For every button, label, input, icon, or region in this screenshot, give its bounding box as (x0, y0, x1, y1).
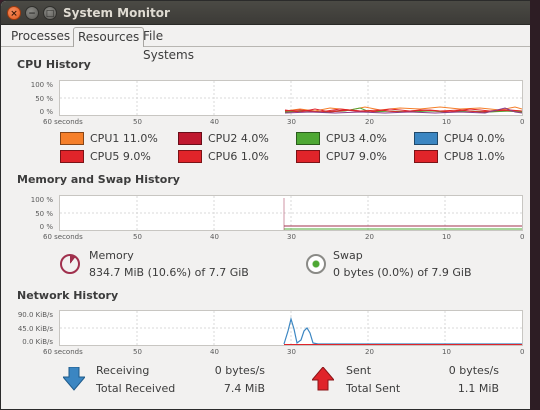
system-monitor-window: × − □ System Monitor Processes Resources… (0, 0, 540, 410)
network-history-graph (59, 310, 523, 346)
memory-value: 834.7 MiB (10.6%) of 7.7 GiB (89, 266, 249, 279)
cpu8-color-swatch[interactable] (414, 150, 438, 163)
cpu-x-label-10: 10 (442, 118, 451, 126)
tab-processes[interactable]: Processes (7, 27, 74, 47)
maximize-icon[interactable]: □ (43, 6, 57, 20)
cpu-history-graph (59, 80, 523, 116)
memory-history-graph (59, 195, 523, 231)
cpu-x-label-40: 40 (210, 118, 219, 126)
cpu3-color-swatch[interactable] (296, 132, 320, 145)
cpu6-value: 1.0% (240, 150, 269, 163)
swap-label: Swap (333, 249, 363, 262)
cpu-x-label-30: 30 (287, 118, 296, 126)
swap-pie-icon[interactable] (306, 254, 326, 274)
cpu-y-label-50: 50 % (35, 95, 53, 103)
memory-swap-history-title: Memory and Swap History (17, 173, 180, 186)
mem-x-label-20: 20 (365, 233, 374, 241)
mem-x-label-30: 30 (287, 233, 296, 241)
mem-x-label-0: 0 (520, 233, 525, 241)
cpu-y-label-0: 0 % (39, 108, 53, 116)
net-y-label-90: 90.0 KiB/s (17, 311, 53, 319)
swap-value: 0 bytes (0.0%) of 7.9 GiB (333, 266, 472, 279)
mem-y-label-0: 0 % (39, 223, 53, 231)
window-title: System Monitor (63, 6, 170, 20)
net-x-label-40: 40 (210, 348, 219, 356)
cpu-x-label-20: 20 (365, 118, 374, 126)
net-x-label-30: 30 (287, 348, 296, 356)
net-x-label-50: 50 (133, 348, 142, 356)
receiving-label: Receiving (96, 364, 150, 377)
total-received-label: Total Received (96, 382, 176, 395)
cpu4-label: CPU4 (444, 132, 474, 145)
mem-x-label-50: 50 (133, 233, 142, 241)
cpu-history-title: CPU History (17, 58, 91, 71)
mem-x-label-40: 40 (210, 233, 219, 241)
minimize-icon[interactable]: − (25, 6, 39, 20)
net-x-label-20: 20 (365, 348, 374, 356)
tab-file-systems[interactable]: File Systems (139, 27, 198, 62)
cpu6-label: CPU6 (208, 150, 238, 163)
mem-x-label-60: 60 seconds (43, 233, 83, 241)
cpu6-color-swatch[interactable] (178, 150, 202, 163)
cpu2-value: 4.0% (240, 132, 269, 145)
total-sent-value: 1.1 MiB (457, 382, 499, 395)
memory-pie-icon[interactable] (60, 254, 80, 274)
desktop-background (530, 0, 540, 410)
network-history-title: Network History (17, 289, 119, 302)
net-y-label-45: 45.0 KiB/s (17, 325, 53, 333)
receiving-arrow-icon[interactable] (61, 366, 87, 391)
cpu-x-label-0: 0 (520, 118, 525, 126)
net-x-label-60: 60 seconds (43, 348, 83, 356)
title-bar[interactable]: × − □ System Monitor (1, 1, 539, 25)
cpu5-value: 9.0% (122, 150, 151, 163)
mem-y-label-100: 100 % (30, 196, 53, 204)
total-sent-label: Total Sent (346, 382, 401, 395)
cpu-y-label-100: 100 % (30, 81, 53, 89)
cpu2-label: CPU2 (208, 132, 238, 145)
net-x-label-0: 0 (520, 348, 525, 356)
cpu4-color-swatch[interactable] (414, 132, 438, 145)
cpu1-color-swatch[interactable] (60, 132, 84, 145)
net-y-label-0: 0.0 KiB/s (22, 338, 53, 346)
cpu7-color-swatch[interactable] (296, 150, 320, 163)
mem-x-label-10: 10 (442, 233, 451, 241)
cpu-x-label-50: 50 (133, 118, 142, 126)
memory-label: Memory (89, 249, 134, 262)
receiving-series-line (283, 316, 522, 345)
mem-y-label-50: 50 % (35, 210, 53, 218)
cpu2-color-swatch[interactable] (178, 132, 202, 145)
cpu4-value: 0.0% (476, 132, 505, 145)
cpu3-label: CPU3 (326, 132, 356, 145)
cpu8-label: CPU8 (444, 150, 474, 163)
sent-value: 0 bytes/s (448, 364, 499, 377)
cpu8-value: 1.0% (476, 150, 505, 163)
tab-resources[interactable]: Resources (73, 27, 145, 47)
cpu7-label: CPU7 (326, 150, 356, 163)
total-received-value: 7.4 MiB (223, 382, 265, 395)
sent-label: Sent (346, 364, 372, 377)
cpu7-value: 9.0% (358, 150, 387, 163)
cpu3-value: 4.0% (358, 132, 387, 145)
sent-arrow-icon[interactable] (310, 366, 336, 391)
cpu1-value: 11.0% (122, 132, 158, 145)
close-icon[interactable]: × (7, 6, 21, 20)
cpu5-color-swatch[interactable] (60, 150, 84, 163)
receiving-value: 0 bytes/s (214, 364, 265, 377)
cpu5-label: CPU5 (90, 150, 120, 163)
net-x-label-10: 10 (442, 348, 451, 356)
cpu-x-label-60: 60 seconds (43, 118, 83, 126)
cpu1-label: CPU1 (90, 132, 120, 145)
